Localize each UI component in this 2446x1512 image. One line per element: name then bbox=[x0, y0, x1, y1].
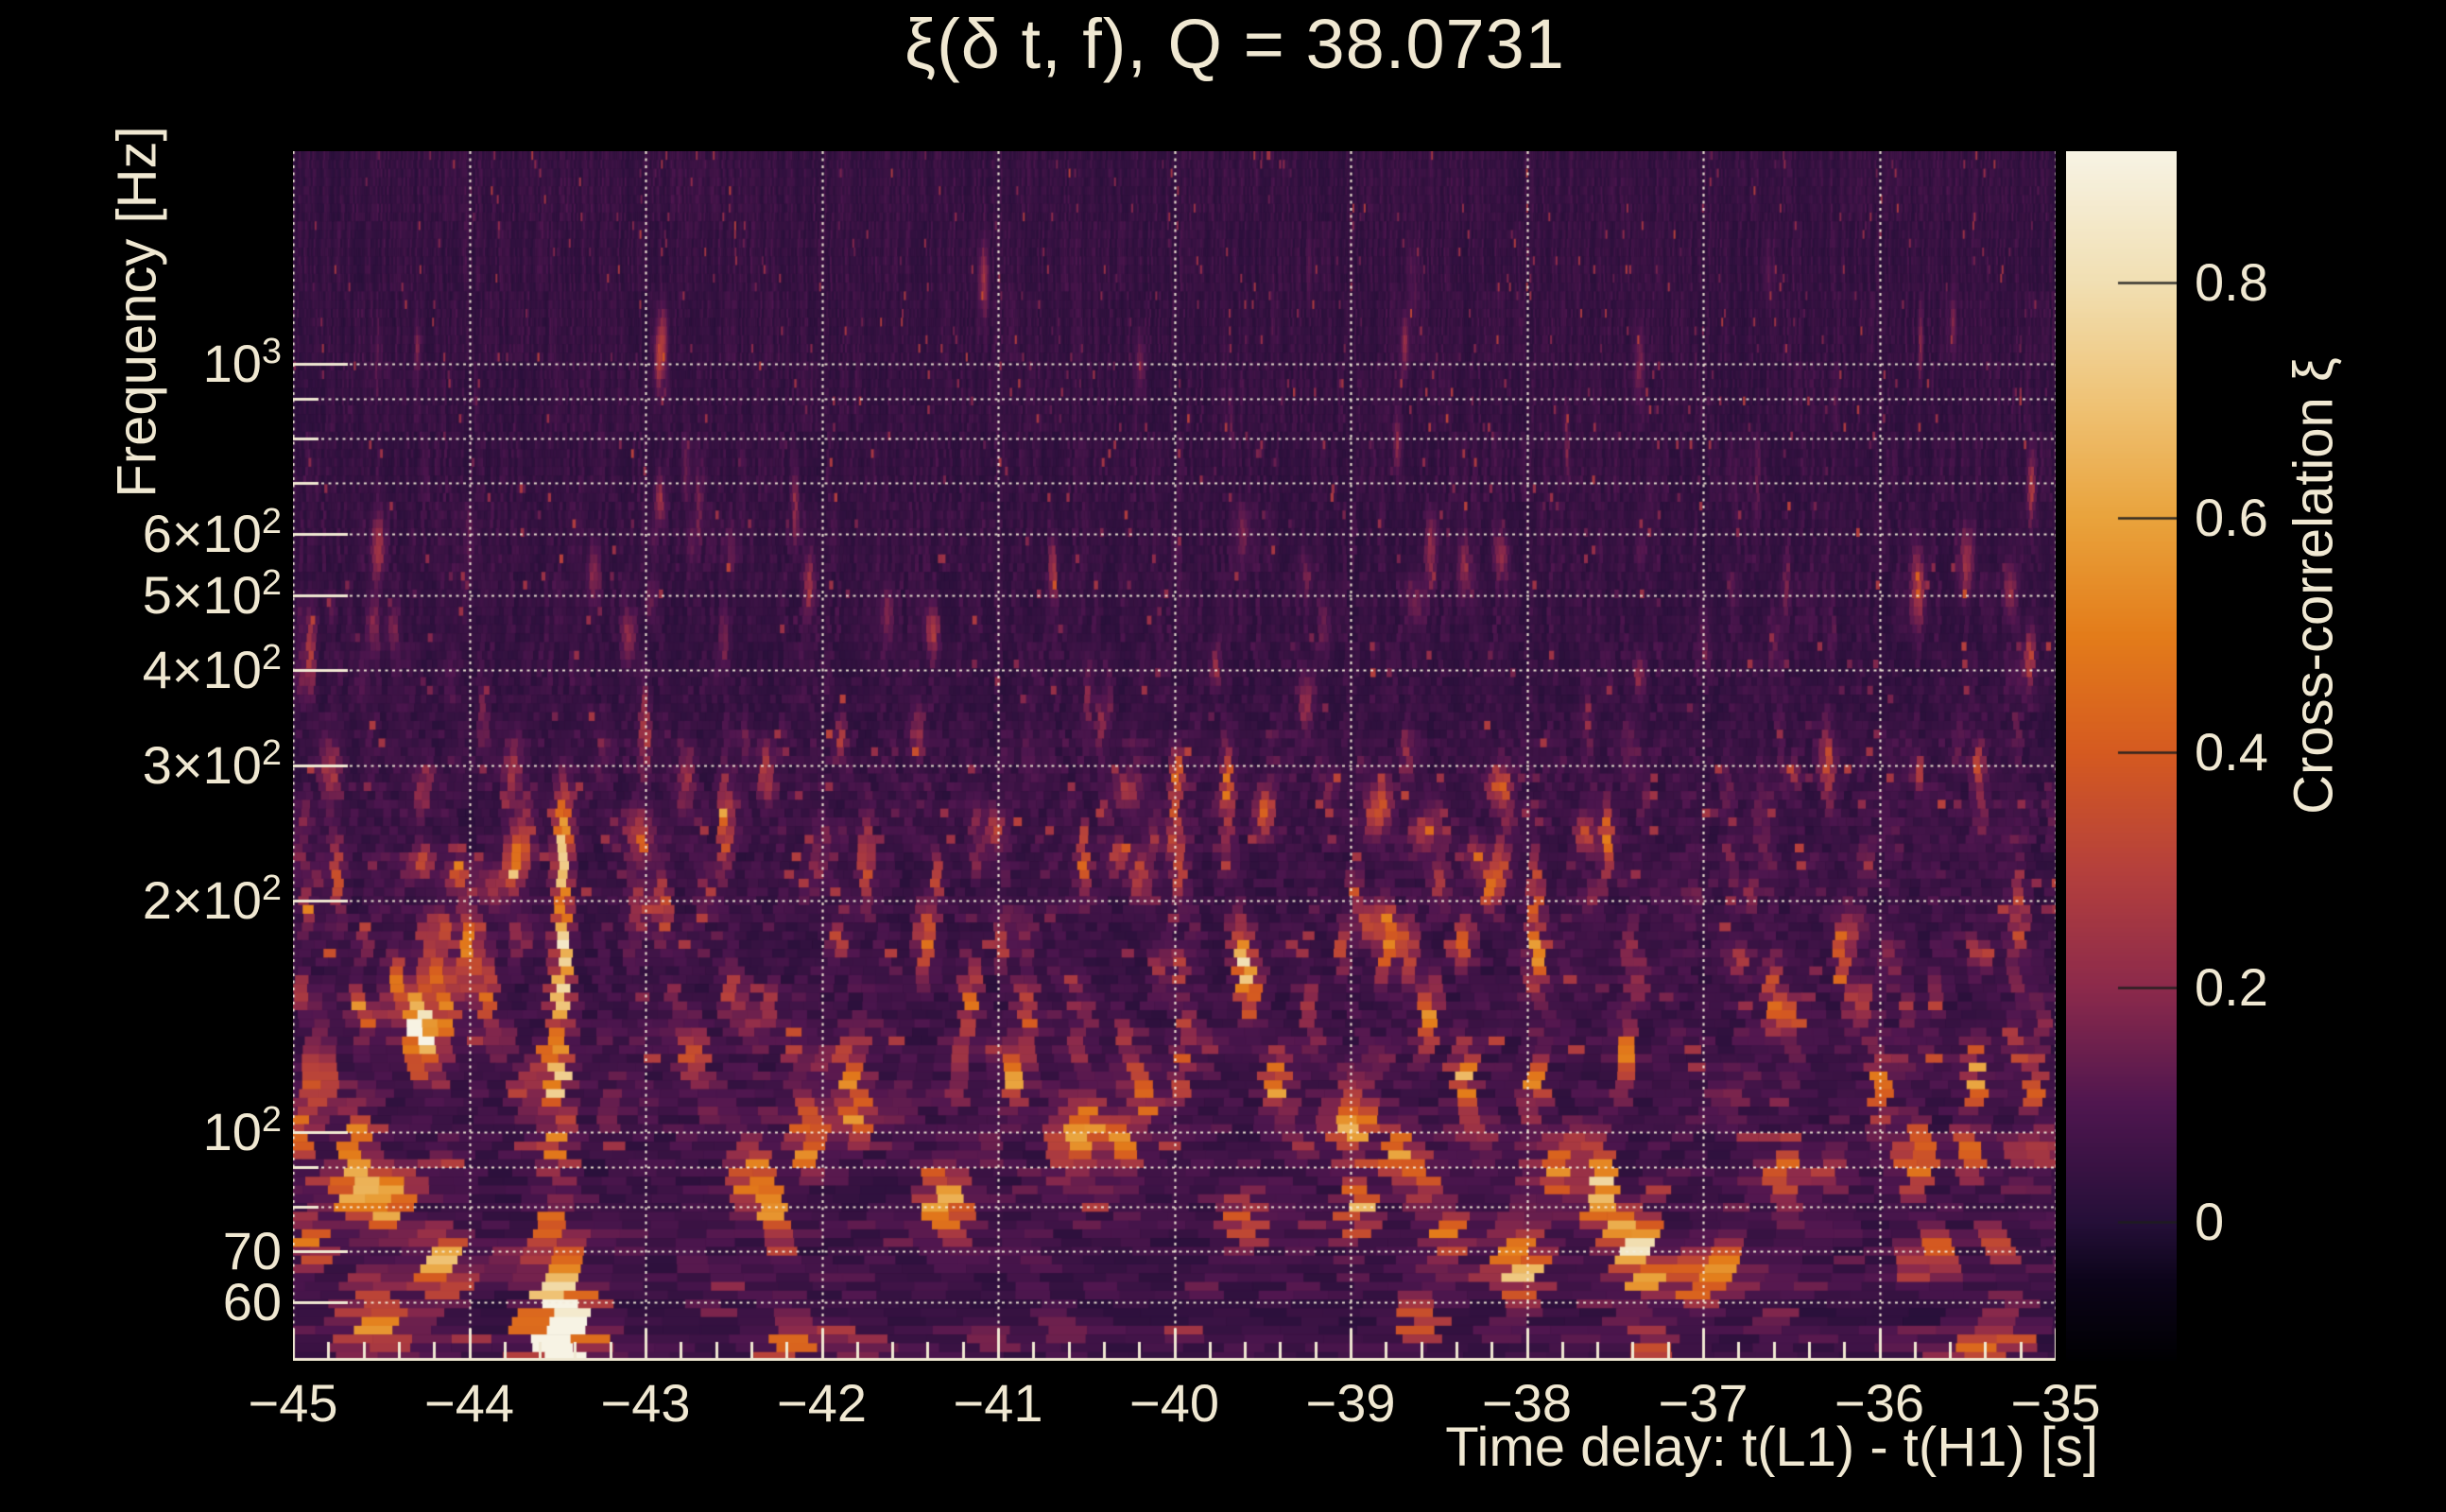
y-tick-label: 5×102 bbox=[142, 562, 282, 625]
spectrogram-canvas bbox=[293, 151, 2056, 1361]
y-tick-label: 2×102 bbox=[142, 868, 282, 931]
x-tick-label: −42 bbox=[777, 1373, 867, 1433]
colorbar-tick-label: 0.2 bbox=[2195, 956, 2268, 1017]
colorbar-tick-label: 0.6 bbox=[2195, 487, 2268, 547]
x-tick-label: −41 bbox=[953, 1373, 1043, 1433]
x-tick-label: −38 bbox=[1482, 1373, 1572, 1433]
colorbar-title: Cross-correlation ξ bbox=[2282, 357, 2345, 815]
colorbar-tick-label: 0.4 bbox=[2195, 722, 2268, 782]
colorbar-canvas bbox=[2066, 151, 2177, 1361]
y-tick-label: 60 bbox=[222, 1272, 282, 1332]
x-tick-label: −36 bbox=[1834, 1373, 1924, 1433]
y-axis-title: Frequency [Hz] bbox=[106, 126, 168, 498]
y-tick-label: 4×102 bbox=[142, 637, 282, 699]
x-tick-label: −40 bbox=[1129, 1373, 1219, 1433]
x-tick-label: −35 bbox=[2010, 1373, 2101, 1433]
figure-root: ξ(δ t, f), Q = 38.0731 Frequency [Hz] Ti… bbox=[0, 0, 2446, 1512]
colorbar-tick-label: 0.8 bbox=[2195, 252, 2268, 313]
y-tick-label: 102 bbox=[202, 1100, 282, 1162]
x-tick-label: −39 bbox=[1305, 1373, 1396, 1433]
colorbar-tick-label: 0 bbox=[2195, 1192, 2225, 1252]
page-title: ξ(δ t, f), Q = 38.0731 bbox=[904, 5, 1565, 83]
x-tick-label: −43 bbox=[600, 1373, 691, 1433]
x-tick-label: −45 bbox=[248, 1373, 338, 1433]
x-tick-label: −44 bbox=[424, 1373, 514, 1433]
x-tick-label: −37 bbox=[1658, 1373, 1748, 1433]
y-tick-label: 6×102 bbox=[142, 502, 282, 564]
y-tick-label: 103 bbox=[202, 332, 282, 394]
y-tick-label: 3×102 bbox=[142, 733, 282, 796]
